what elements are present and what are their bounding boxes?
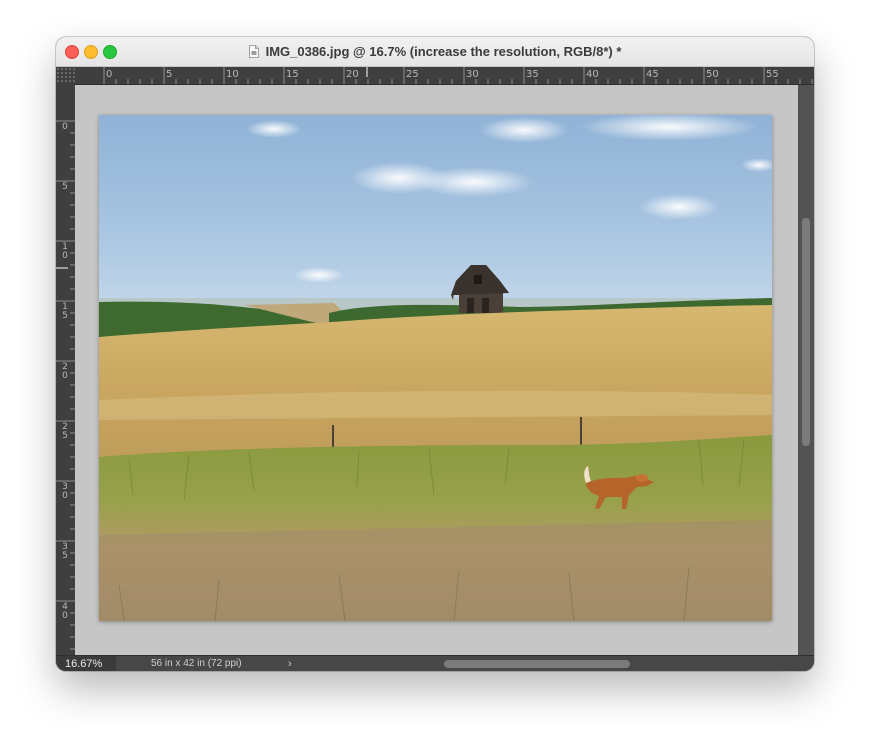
status-bar: 16.67% 56 in x 42 in (72 ppi) › [56, 655, 814, 671]
canvas-area[interactable] [75, 85, 798, 655]
ruler-label: 10 [226, 69, 239, 80]
ruler-label: 35 [526, 69, 539, 80]
status-menu-arrow[interactable]: › [288, 656, 292, 671]
ruler-label: 20 [346, 69, 359, 80]
ruler-label: 45 [646, 69, 659, 80]
ruler-label: 15 [286, 69, 299, 80]
window-title-wrap: IMG_0386.jpg @ 16.7% (increase the resol… [56, 37, 814, 66]
document-icon [248, 45, 259, 58]
ruler-label: 1 0 [62, 242, 68, 261]
ruler-label: 0 [62, 122, 68, 132]
ruler-label: 3 0 [62, 482, 68, 501]
document-window: IMG_0386.jpg @ 16.7% (increase the resol… [56, 37, 814, 671]
ruler-label: 2 0 [62, 362, 68, 381]
ruler-label: 0 [106, 69, 113, 80]
vertical-scrollbar[interactable] [798, 85, 814, 655]
ruler-label: 55 [766, 69, 779, 80]
photo-canvas[interactable] [99, 115, 772, 621]
ruler-label: 30 [466, 69, 479, 80]
horizontal-scroll-thumb[interactable] [444, 660, 630, 668]
vertical-scroll-thumb[interactable] [802, 218, 810, 446]
ruler-label: 1 5 [62, 302, 68, 321]
document-info: 56 in x 42 in (72 ppi) [151, 658, 242, 669]
ruler-label: 2 5 [62, 422, 68, 441]
ruler-label: 25 [406, 69, 419, 80]
vertical-ruler[interactable]: 0 5 1 0 1 5 2 0 2 5 3 0 3 5 4 0 [56, 84, 76, 655]
ruler-label: 40 [586, 69, 599, 80]
ruler-label: 5 [62, 182, 68, 192]
title-bar[interactable]: IMG_0386.jpg @ 16.7% (increase the resol… [56, 37, 814, 67]
horizontal-ruler-ticks [103, 67, 813, 84]
ruler-label: 50 [706, 69, 719, 80]
zoom-level-field[interactable]: 16.67% [56, 656, 116, 671]
pasteboard[interactable] [75, 85, 798, 655]
horizontal-ruler[interactable]: 0 5 10 15 20 25 30 35 40 45 50 55 [75, 67, 814, 85]
ruler-label: 4 0 [62, 602, 68, 621]
window-title: IMG_0386.jpg @ 16.7% (increase the resol… [265, 44, 622, 59]
ruler-origin[interactable] [56, 67, 75, 84]
ruler-label: 5 [166, 69, 173, 80]
ruler-label: 3 5 [62, 542, 68, 561]
horizontal-scrollbar[interactable] [301, 656, 797, 671]
